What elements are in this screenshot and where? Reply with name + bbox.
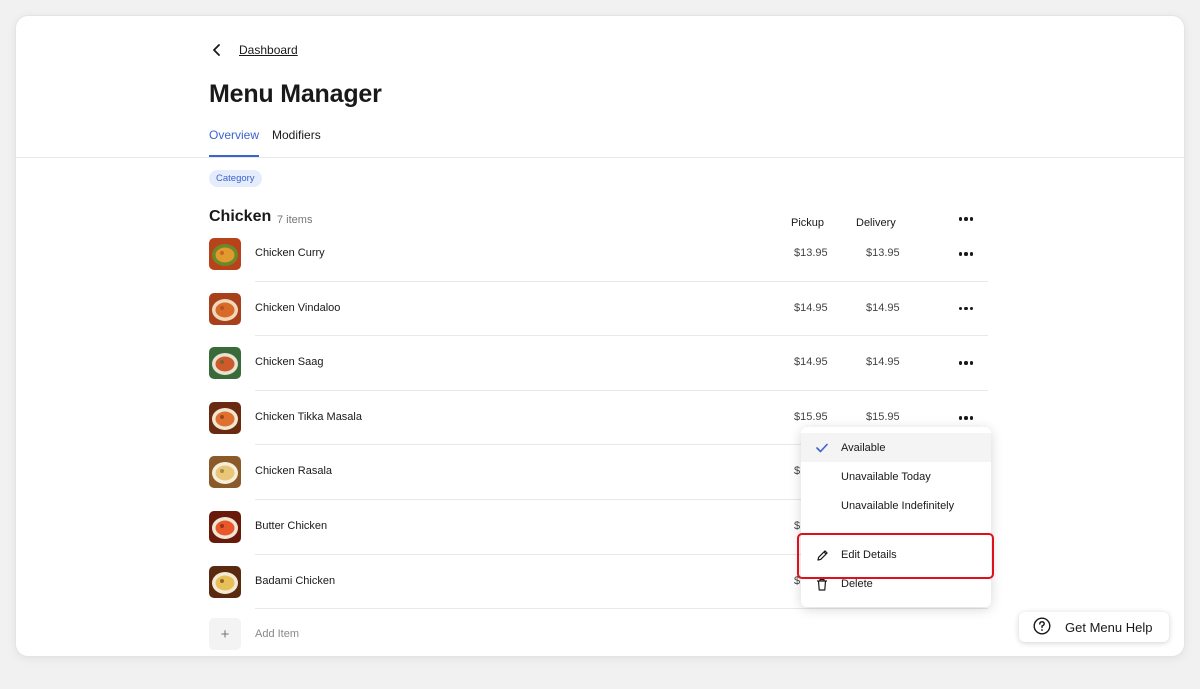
item-pickup-price: $ xyxy=(794,574,801,587)
chevron-left-icon[interactable] xyxy=(209,42,225,58)
item-pickup-price: $14.95 xyxy=(794,356,828,369)
dish-thumbnail xyxy=(209,565,241,598)
menu-item-label: Unavailable Today xyxy=(841,470,931,483)
page-header: Dashboard Menu Manager Overview Modifier… xyxy=(16,16,1184,158)
tab-bar: Overview Modifiers xyxy=(209,128,321,157)
menu-item-unavailable-indefinitely[interactable]: Unavailable Indefinitely xyxy=(801,491,991,520)
category-name: Chicken xyxy=(209,208,272,225)
menu-item-label: Edit Details xyxy=(841,548,897,561)
item-name: Badami Chicken xyxy=(255,574,336,587)
menu-item-label: Unavailable Indefinitely xyxy=(841,499,955,512)
add-item-row[interactable]: + Add Item xyxy=(209,609,995,655)
help-button-label: Get Menu Help xyxy=(1065,619,1153,635)
page-title: Menu Manager xyxy=(209,80,382,108)
category-header: Chicken 7 items Pickup Delivery xyxy=(209,187,995,229)
breadcrumb-dashboard-link[interactable]: Dashboard xyxy=(239,43,298,57)
category-badge: Category xyxy=(209,170,262,187)
item-delivery-price: $14.95 xyxy=(866,301,900,314)
menu-item-available[interactable]: Available xyxy=(801,433,991,462)
item-more-options-icon[interactable] xyxy=(954,408,978,428)
get-menu-help-button[interactable]: Get Menu Help xyxy=(1019,612,1169,642)
menu-item-edit-details[interactable]: Edit Details xyxy=(801,540,991,569)
table-row[interactable]: Chicken Saag $14.95 $14.95 xyxy=(209,336,995,391)
table-row[interactable]: Chicken Curry $13.95 $13.95 xyxy=(209,227,995,282)
category-item-count: 7 items xyxy=(277,214,313,226)
item-more-options-icon[interactable] xyxy=(954,244,978,264)
trash-icon xyxy=(815,577,829,591)
checkmark-icon xyxy=(815,441,829,455)
menu-item-unavailable-today[interactable]: Unavailable Today xyxy=(801,462,991,491)
item-name: Chicken Tikka Masala xyxy=(255,410,362,423)
menu-item-label: Delete xyxy=(841,577,873,590)
pencil-icon xyxy=(815,548,829,562)
item-pickup-price: $13.95 xyxy=(794,247,828,259)
dish-thumbnail xyxy=(209,510,241,543)
item-pickup-price: $14.95 xyxy=(794,301,828,314)
menu-item-label: Available xyxy=(841,441,886,454)
dish-thumbnail xyxy=(209,292,241,325)
dish-thumbnail xyxy=(209,401,241,434)
item-pickup-price: $ xyxy=(794,519,801,532)
category-section: Category Chicken 7 items Pickup Delivery… xyxy=(209,168,995,651)
item-pickup-price: $15.95 xyxy=(794,410,828,423)
item-more-options-icon[interactable] xyxy=(954,299,978,319)
item-name: Chicken Rasala xyxy=(255,465,333,478)
tab-overview[interactable]: Overview xyxy=(209,128,260,157)
item-delivery-price: $14.95 xyxy=(866,356,900,369)
item-name: Chicken Saag xyxy=(255,356,324,369)
plus-icon[interactable]: + xyxy=(209,618,241,651)
add-item-label: Add Item xyxy=(255,628,300,641)
menu-manager-window: Dashboard Menu Manager Overview Modifier… xyxy=(16,16,1184,656)
item-delivery-price: $13.95 xyxy=(866,247,900,259)
dish-thumbnail xyxy=(209,238,241,270)
breadcrumb: Dashboard xyxy=(209,42,298,58)
item-pickup-price: $ xyxy=(794,465,801,478)
item-context-menu: Available Unavailable Today Unavailable … xyxy=(801,427,991,607)
menu-item-delete[interactable]: Delete xyxy=(801,569,991,598)
category-more-options-icon[interactable] xyxy=(954,209,978,229)
item-name: Chicken Vindaloo xyxy=(255,301,341,314)
menu-divider xyxy=(801,520,991,540)
help-question-icon xyxy=(1033,616,1051,638)
item-name: Butter Chicken xyxy=(255,519,328,532)
item-delivery-price: $15.95 xyxy=(866,410,900,423)
item-more-options-icon[interactable] xyxy=(954,353,978,373)
table-row[interactable]: Chicken Vindaloo $14.95 $14.95 xyxy=(209,282,995,337)
dish-thumbnail xyxy=(209,347,241,380)
item-name: Chicken Curry xyxy=(255,247,325,259)
tab-modifiers[interactable]: Modifiers xyxy=(272,128,321,157)
dish-thumbnail xyxy=(209,456,241,489)
